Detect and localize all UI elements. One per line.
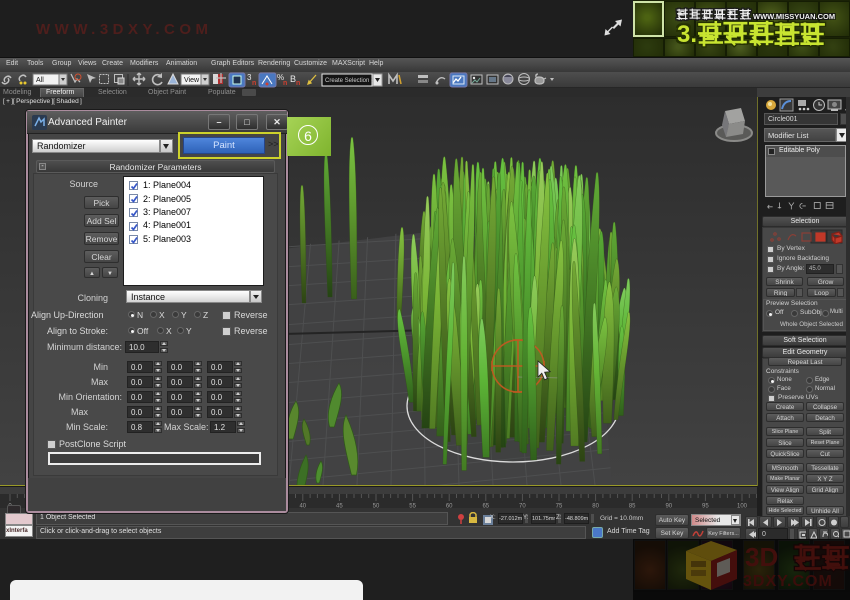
- svg-text:Create Selection Se: Create Selection Se: [325, 78, 379, 84]
- svg-text:View: View: [184, 77, 200, 84]
- svg-text:n: n: [283, 80, 287, 87]
- svg-text:All: All: [36, 77, 44, 84]
- svg-text:n: n: [252, 80, 256, 87]
- svg-text:n: n: [296, 80, 300, 87]
